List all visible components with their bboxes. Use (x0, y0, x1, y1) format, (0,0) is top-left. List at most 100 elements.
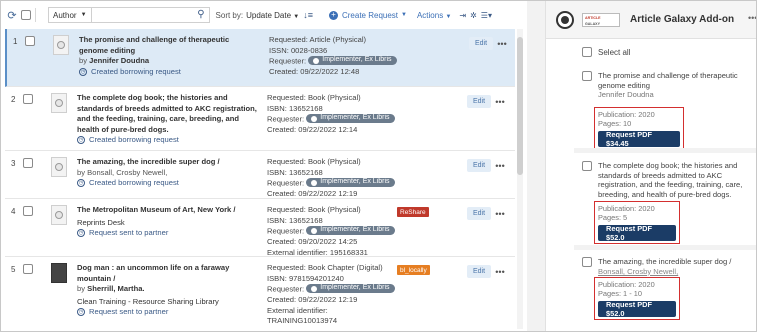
addon-item-divider (574, 148, 756, 153)
toolbar: ⟳ Author ▼ ⚲ Sort by: Update Date ▼ ↓≡ +… (5, 5, 525, 25)
cover-thumbnail (51, 157, 67, 177)
article-galaxy-logo: ARTICLE GALAXY (582, 13, 620, 27)
requester-name: Implementer, Ex Libris (320, 114, 390, 122)
more-options-icon[interactable]: ••• (495, 37, 509, 50)
edit-button[interactable]: Edit (467, 159, 491, 172)
table-row[interactable]: 2 The complete dog book; the histories a… (5, 87, 515, 151)
cover-thumbnail (53, 35, 69, 55)
item-title[interactable]: The complete dog book; the histories and… (77, 93, 257, 135)
table-row[interactable]: 5 Dog man : an uncommon life on a farawa… (5, 257, 515, 331)
status-text: Created borrowing request (89, 135, 179, 144)
created-date: Created: 09/22/2022 12:19 (267, 295, 358, 304)
edit-button[interactable]: Edit (469, 37, 493, 50)
item-title[interactable]: Dog man : an uncommon life on a faraway … (77, 263, 257, 284)
chevron-down-icon: ▼ (293, 13, 300, 20)
table-row[interactable]: 1 The promise and challenge of therapeut… (5, 29, 515, 87)
actions-label: Actions (416, 10, 444, 20)
addon-item: The amazing, the incredible super dog / … (582, 257, 756, 331)
row-number: 2 (11, 95, 16, 104)
request-pdf-button[interactable]: Request PDF $34.45 (598, 130, 680, 148)
requester-pill[interactable]: Implementer, Ex Libris (306, 178, 395, 187)
requester-name: Implementer, Ex Libris (320, 226, 390, 234)
edit-button[interactable]: Edit (467, 95, 491, 108)
addon-item-author[interactable]: Bonsall, Crosby Newell, (598, 267, 756, 277)
row-checkbox[interactable] (23, 158, 33, 168)
thumbnail-placeholder-icon (55, 163, 63, 171)
refresh-icon[interactable]: ⟳ (5, 8, 19, 22)
locally-tag: bl_locally (397, 265, 430, 275)
addon-title: Article Galaxy Add-on (630, 14, 735, 25)
toolbar-divider (35, 8, 36, 22)
author-filter-dropdown[interactable]: Author ▼ (48, 7, 92, 23)
item-author-line: by Jennifer Doudna (79, 56, 259, 67)
requester-label: Requester: (267, 284, 305, 294)
row-checkbox[interactable] (23, 206, 33, 216)
clock-icon: ◷ (79, 67, 87, 76)
item-title[interactable]: The Metropolitan Museum of Art, New York… (77, 205, 257, 216)
export-icon[interactable]: ⇥ (459, 11, 466, 20)
by-prefix: by (77, 167, 86, 177)
requester-line: Requester: Implementer, Ex Libris (267, 114, 397, 125)
publication-year: Publication: 2020 (598, 204, 655, 213)
table-row[interactable]: 3 The amazing, the incredible super dog … (5, 151, 515, 199)
brand-bottom: GALAXY (585, 22, 600, 26)
gear-icon[interactable]: ✲ (470, 11, 477, 20)
item-title[interactable]: The promise and challenge of therapeutic… (79, 35, 259, 56)
addon-item-checkbox[interactable] (582, 161, 592, 171)
requester-label: Requester: (267, 114, 305, 124)
requester-pill[interactable]: Implementer, Ex Libris (306, 114, 395, 123)
sort-dropdown[interactable]: Update Date ▼ (246, 11, 299, 20)
row-number: 5 (11, 265, 16, 274)
addon-item: The complete dog book; the histories and… (582, 161, 756, 244)
scrollbar-thumb[interactable] (517, 37, 523, 175)
by-prefix: by (79, 56, 88, 65)
publication-year: Publication: 2020 (598, 280, 655, 289)
more-options-icon[interactable]: ••• (493, 159, 507, 172)
row-checkbox[interactable] (23, 264, 33, 274)
thumbnail-placeholder-icon (57, 41, 65, 49)
list-scrollbar[interactable] (517, 29, 523, 329)
addon-item-title: The promise and challenge of therapeutic… (598, 71, 738, 90)
more-options-icon[interactable]: ••• (493, 95, 507, 108)
addon-item-title-block: The promise and challenge of therapeutic… (598, 71, 756, 100)
addon-item-checkbox[interactable] (582, 257, 592, 267)
more-options-icon[interactable]: ••• (748, 13, 756, 23)
person-icon (311, 115, 318, 122)
request-details: Requested: Article (Physical) ISSN: 0028… (269, 35, 399, 78)
request-pdf-button[interactable]: Request PDF $52.0 (598, 300, 676, 318)
requester-pill[interactable]: Implementer, Ex Libris (306, 284, 395, 293)
requester-line: Requester: Implementer, Ex Libris (267, 226, 397, 237)
requester-pill[interactable]: Implementer, Ex Libris (306, 226, 395, 235)
select-all-checkbox[interactable] (582, 47, 592, 57)
row-checkbox[interactable] (25, 36, 35, 46)
actions-dropdown[interactable]: Actions ▼ (417, 11, 451, 20)
publication-year: Publication: 2020 (598, 110, 655, 119)
addon-item-title-block: The complete dog book; the histories and… (598, 161, 756, 199)
sort-direction-icon[interactable]: ↓≡ (303, 10, 313, 20)
author-filter-label: Author (53, 10, 77, 20)
search-icon[interactable]: ⚲ (197, 9, 204, 20)
addon-item-title: The complete dog book; the histories and… (598, 161, 743, 199)
select-all-checkbox[interactable] (21, 10, 31, 20)
more-options-icon[interactable]: ••• (493, 265, 507, 278)
addon-item-checkbox[interactable] (582, 71, 592, 81)
edit-button[interactable]: Edit (467, 265, 491, 278)
edit-button[interactable]: Edit (467, 207, 491, 220)
request-pdf-button[interactable]: Request PDF $52.0 (598, 224, 676, 242)
search-input[interactable]: ⚲ (91, 7, 210, 23)
table-row[interactable]: 4 The Metropolitan Museum of Art, New Yo… (5, 199, 515, 257)
cover-thumbnail (51, 205, 67, 225)
more-options-icon[interactable]: ••• (493, 207, 507, 220)
select-all-option[interactable]: Select all (582, 47, 630, 57)
reshare-tag: ReShare (397, 207, 429, 217)
create-request-button[interactable]: + Create Request ▼ (328, 10, 407, 20)
item-author: Sherrill, Martha. (87, 284, 145, 293)
created-date: Created: 09/22/2022 12:14 (267, 125, 358, 134)
requester-label: Requester: (267, 226, 305, 236)
request-details: Requested: Book Chapter (Digital) ISBN: … (267, 263, 397, 327)
row-checkbox[interactable] (23, 94, 33, 104)
requester-pill[interactable]: Implementer, Ex Libris (308, 56, 397, 65)
item-title[interactable]: The amazing, the incredible super dog / (77, 157, 257, 168)
request-details: Requested: Book (Physical) ISBN: 1365216… (267, 205, 397, 258)
list-view-icon[interactable]: ☰▾ (481, 11, 492, 20)
